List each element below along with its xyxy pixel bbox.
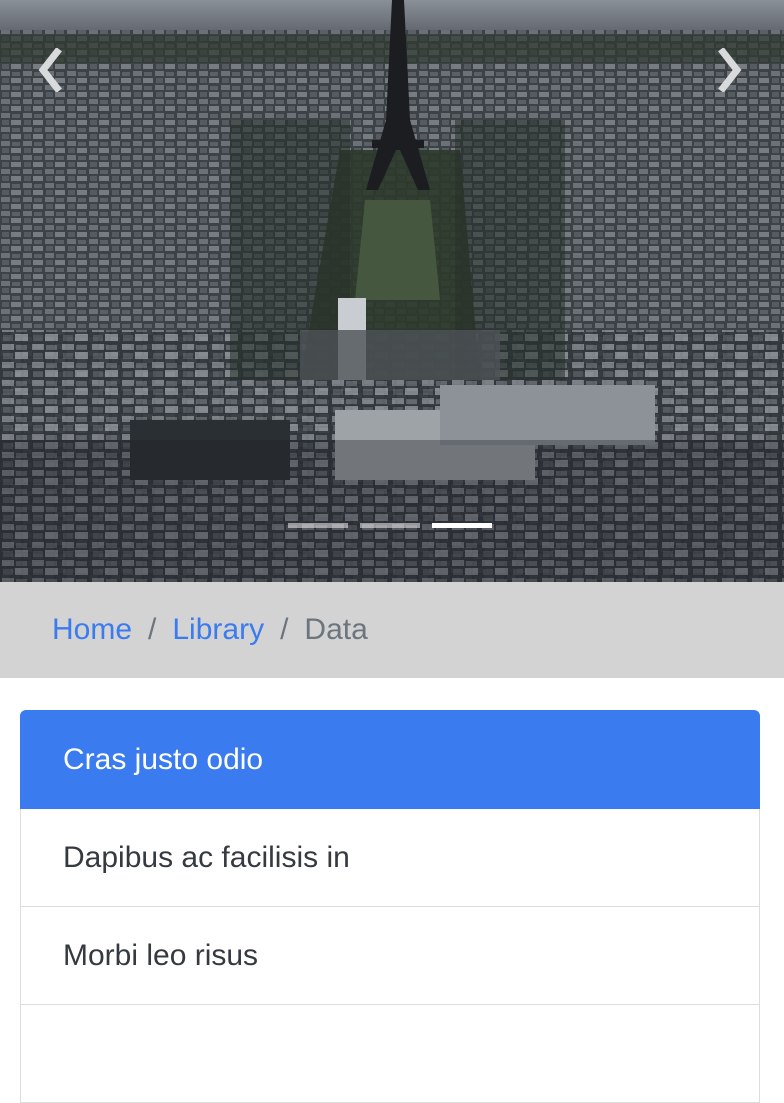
list-item[interactable]: Cras justo odio — [20, 710, 760, 809]
breadcrumb: Home / Library / Data — [0, 582, 784, 678]
carousel-slide-image — [0, 0, 784, 582]
chevron-left-icon — [38, 48, 62, 92]
carousel-indicators — [288, 523, 492, 528]
chevron-right-icon — [718, 48, 742, 92]
carousel-prev-button[interactable] — [30, 40, 70, 100]
breadcrumb-current: Data — [304, 613, 368, 646]
breadcrumb-separator: / — [148, 613, 157, 646]
list-group: Cras justo odio Dapibus ac facilisis in … — [20, 710, 760, 1103]
breadcrumb-separator: / — [280, 613, 289, 646]
list-item[interactable] — [20, 1005, 760, 1103]
list-item[interactable]: Dapibus ac facilisis in — [20, 809, 760, 907]
list-item[interactable]: Morbi leo risus — [20, 907, 760, 1005]
carousel-indicator-1[interactable] — [288, 523, 348, 528]
carousel-indicator-3[interactable] — [432, 523, 492, 528]
carousel-next-button[interactable] — [710, 40, 750, 100]
image-carousel — [0, 0, 784, 582]
carousel-indicator-2[interactable] — [360, 523, 420, 528]
breadcrumb-link-home[interactable]: Home — [52, 613, 132, 647]
breadcrumb-link-library[interactable]: Library — [172, 613, 264, 647]
